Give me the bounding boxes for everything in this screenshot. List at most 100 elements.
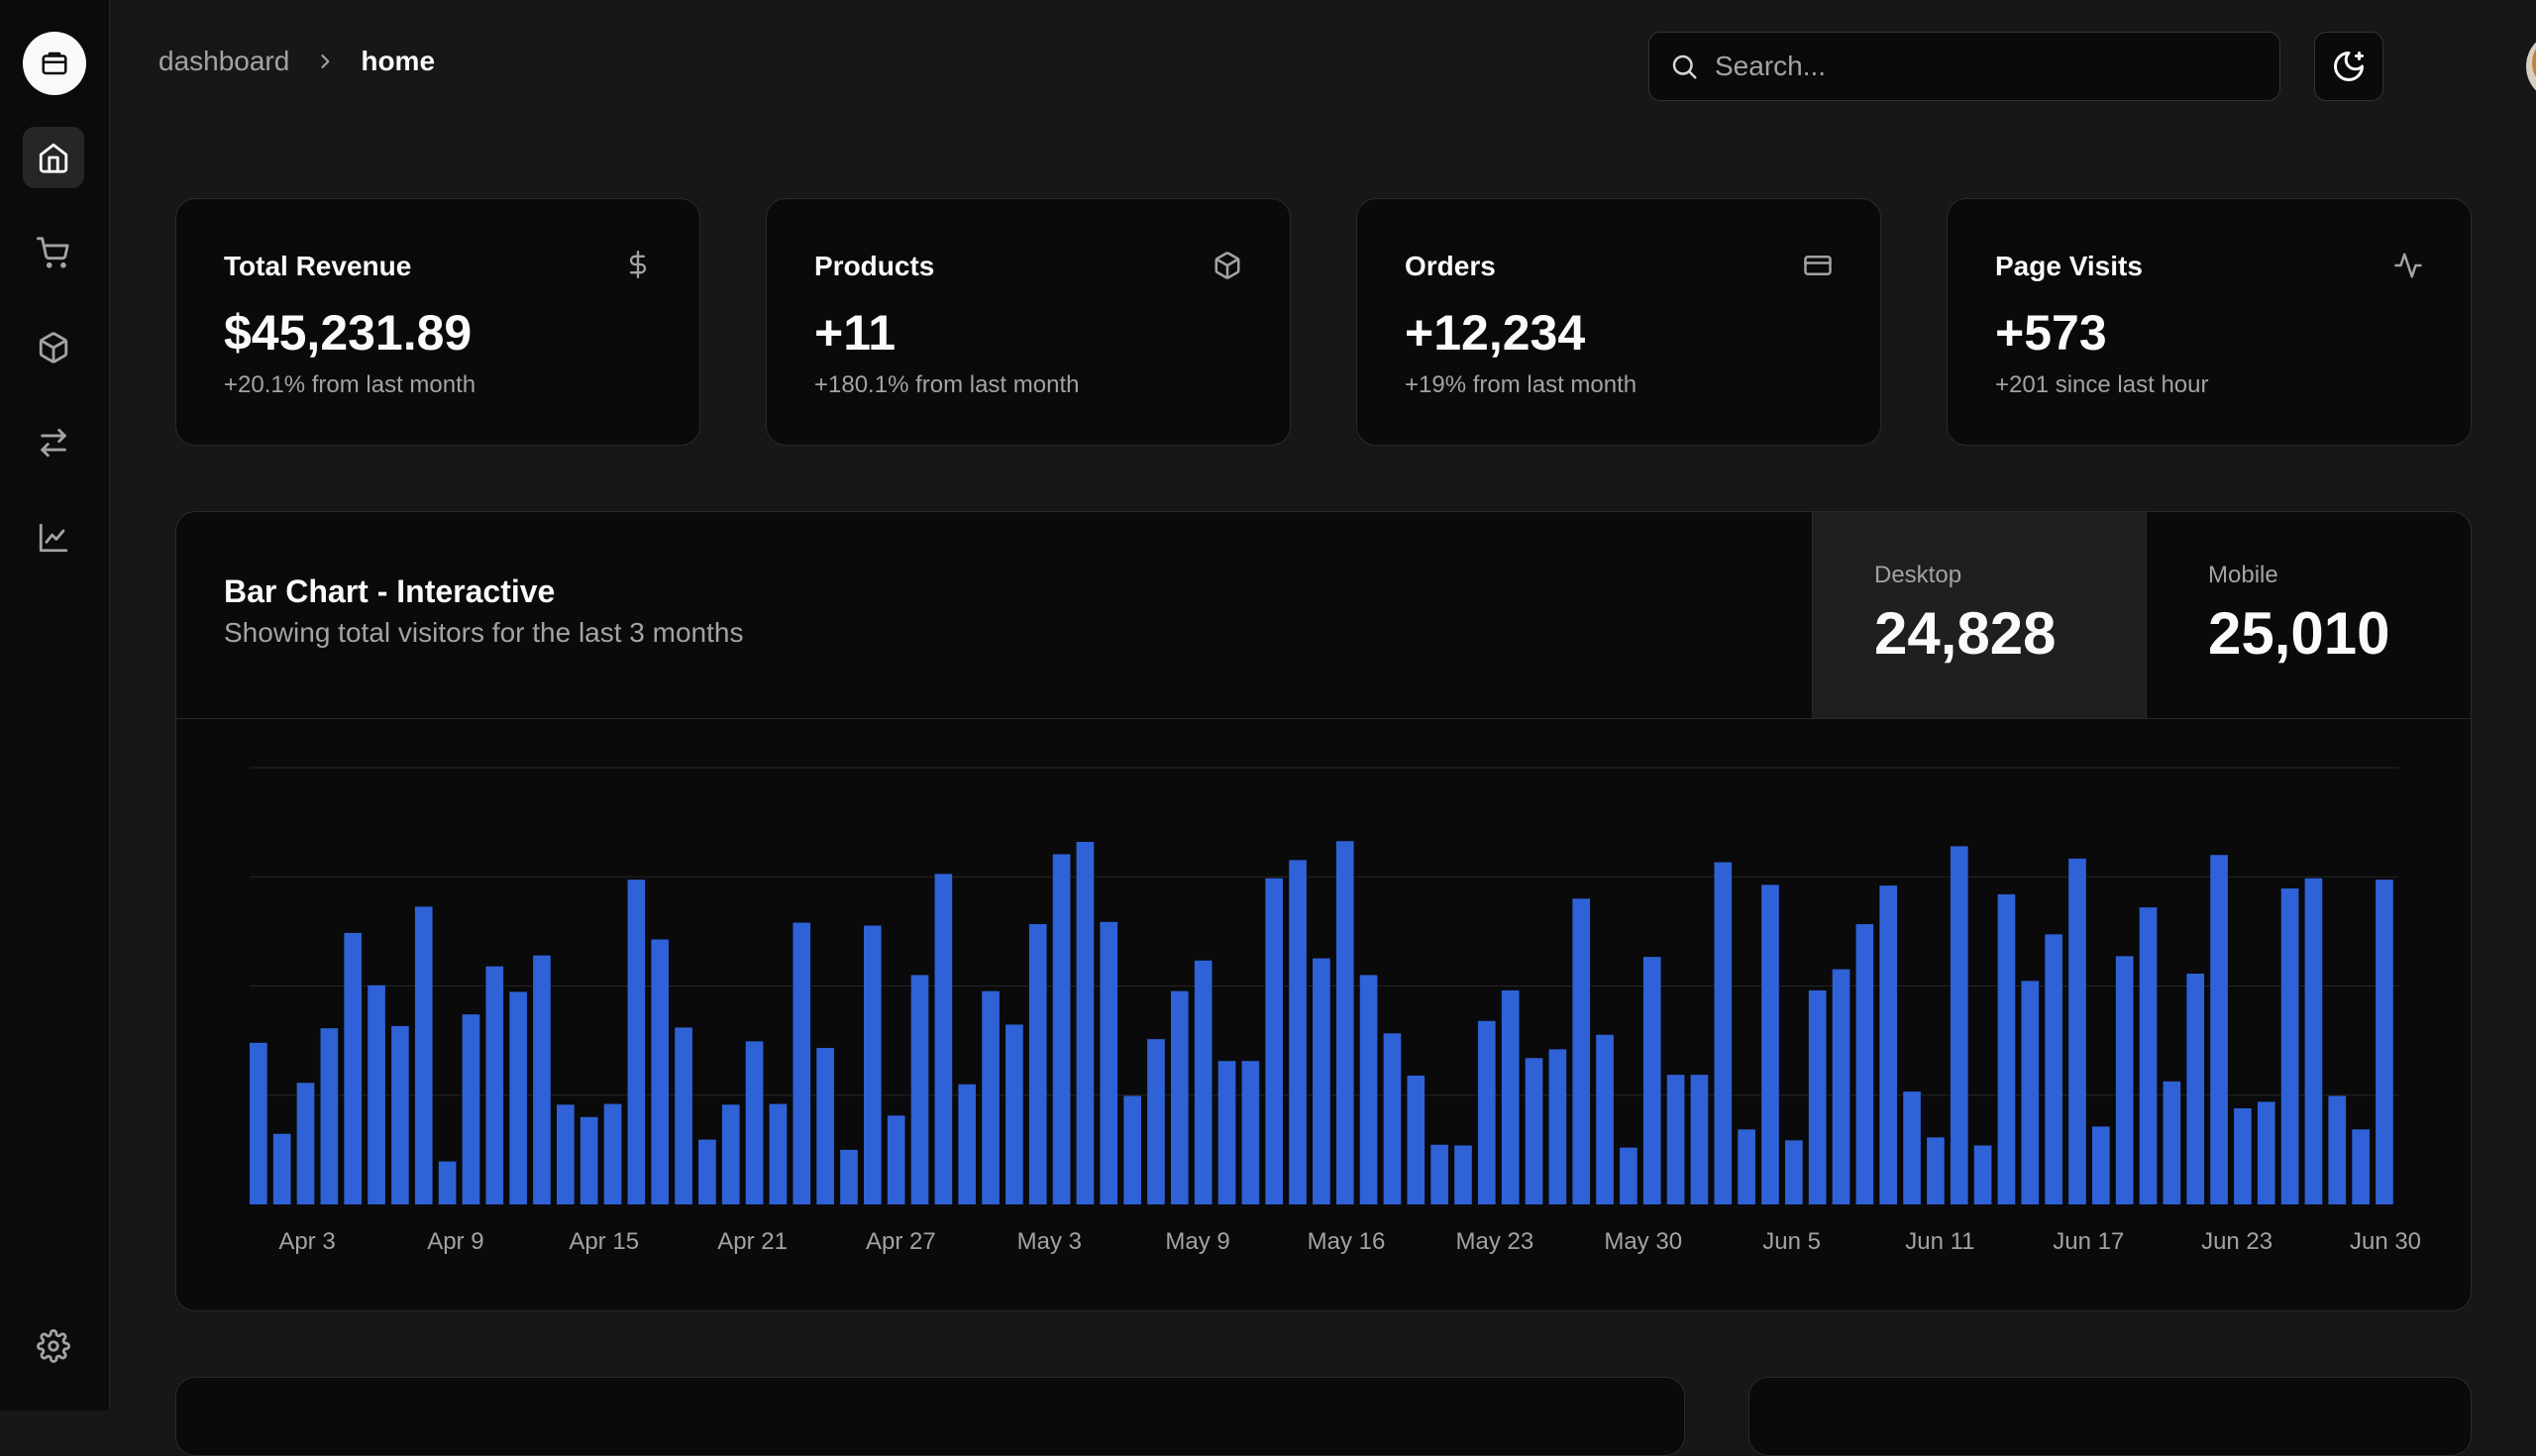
search-box[interactable] bbox=[1648, 32, 2280, 101]
chart-bar[interactable] bbox=[887, 1115, 905, 1204]
chart-bar[interactable] bbox=[1478, 1020, 1496, 1204]
chart-bar[interactable] bbox=[2186, 974, 2205, 1204]
chart-bar[interactable] bbox=[1714, 862, 1733, 1204]
sidebar-item-home[interactable] bbox=[23, 127, 84, 188]
chart-bar[interactable] bbox=[250, 1042, 267, 1204]
chart-bar[interactable] bbox=[1454, 1145, 1472, 1204]
chart-bar[interactable] bbox=[769, 1103, 788, 1204]
breadcrumb-root[interactable]: dashboard bbox=[158, 46, 289, 77]
chart-bar[interactable] bbox=[1997, 893, 2016, 1204]
chart-bar[interactable] bbox=[438, 1161, 457, 1204]
chart-bar[interactable] bbox=[910, 975, 929, 1205]
chart-bar[interactable] bbox=[1100, 921, 1118, 1204]
chart-bar[interactable] bbox=[272, 1133, 291, 1204]
chart-bar[interactable] bbox=[1642, 957, 1661, 1204]
chart-bar[interactable] bbox=[2376, 880, 2393, 1204]
chart-bar[interactable] bbox=[1359, 975, 1378, 1205]
chart-bar[interactable] bbox=[1028, 924, 1047, 1204]
chart-bar[interactable] bbox=[2257, 1101, 2275, 1205]
chart-bar[interactable] bbox=[2092, 1126, 2110, 1204]
chart-bar[interactable] bbox=[1761, 884, 1779, 1204]
chart-bar[interactable] bbox=[840, 1149, 858, 1205]
chart-bar[interactable] bbox=[2115, 956, 2134, 1204]
chart-bar[interactable] bbox=[580, 1116, 598, 1204]
chart-bar[interactable] bbox=[864, 925, 882, 1205]
chart-bar[interactable] bbox=[2163, 1081, 2181, 1204]
chart-bar[interactable] bbox=[2352, 1129, 2370, 1204]
chart-bar[interactable] bbox=[1123, 1095, 1141, 1205]
sidebar-item-settings[interactable] bbox=[23, 1315, 84, 1377]
chart-bar[interactable] bbox=[1525, 1058, 1543, 1204]
chart-bar[interactable] bbox=[509, 991, 527, 1204]
chart-bar[interactable] bbox=[391, 1025, 409, 1204]
chart-bar[interactable] bbox=[1217, 1061, 1236, 1204]
chart-bar[interactable] bbox=[2068, 858, 2086, 1205]
chart-bar[interactable] bbox=[2021, 981, 2040, 1204]
search-input[interactable] bbox=[1713, 50, 2232, 83]
chart-bar[interactable] bbox=[627, 880, 646, 1204]
chart-bar[interactable] bbox=[344, 932, 363, 1204]
chart-bar[interactable] bbox=[2045, 934, 2062, 1204]
chart-bar[interactable] bbox=[1950, 846, 1968, 1204]
chart-bar[interactable] bbox=[1927, 1137, 1945, 1204]
chart-bar[interactable] bbox=[2210, 855, 2228, 1204]
chart-bar[interactable] bbox=[1666, 1075, 1685, 1204]
chart-bar[interactable] bbox=[2304, 878, 2323, 1204]
chart-bar[interactable] bbox=[1832, 969, 1850, 1204]
chart-bar[interactable] bbox=[982, 990, 1000, 1204]
chart-bar[interactable] bbox=[1785, 1140, 1803, 1204]
tab-mobile[interactable]: Mobile 25,010 bbox=[2146, 512, 2471, 718]
chart-bar[interactable] bbox=[557, 1104, 575, 1204]
chart-bar[interactable] bbox=[1596, 1034, 1614, 1204]
chart-bar[interactable] bbox=[1572, 898, 1591, 1204]
chart-bar[interactable] bbox=[320, 1028, 339, 1204]
theme-toggle-button[interactable] bbox=[2314, 32, 2383, 101]
chart-bar[interactable] bbox=[816, 1047, 834, 1205]
chart-bar[interactable] bbox=[1241, 1061, 1260, 1204]
chart-bar[interactable] bbox=[1289, 860, 1307, 1204]
chart-bar[interactable] bbox=[792, 922, 811, 1204]
chart-bar[interactable] bbox=[1005, 1024, 1023, 1204]
chart-bar[interactable] bbox=[1171, 990, 1189, 1204]
avatar[interactable] bbox=[2526, 32, 2536, 101]
chart-bar[interactable] bbox=[1903, 1092, 1921, 1204]
logo-button[interactable] bbox=[23, 32, 86, 95]
chart-bar[interactable] bbox=[745, 1041, 764, 1204]
chart-bar[interactable] bbox=[1265, 878, 1284, 1204]
sidebar-item-transactions[interactable] bbox=[23, 412, 84, 473]
chart-bar[interactable] bbox=[462, 1014, 480, 1204]
chart-bar[interactable] bbox=[1052, 854, 1071, 1204]
chart-bar[interactable] bbox=[485, 966, 504, 1204]
chart-bar[interactable] bbox=[958, 1084, 977, 1204]
chart-bar[interactable] bbox=[2280, 888, 2299, 1204]
chart-bar[interactable] bbox=[2234, 1107, 2252, 1204]
chart-bar[interactable] bbox=[1879, 885, 1898, 1204]
chart-bar[interactable] bbox=[1690, 1075, 1709, 1204]
chart-bar[interactable] bbox=[1430, 1144, 1448, 1204]
sidebar-item-products[interactable] bbox=[23, 317, 84, 378]
chart-bar[interactable] bbox=[1313, 958, 1330, 1204]
chart-bar[interactable] bbox=[1738, 1129, 1755, 1204]
chart-bar[interactable] bbox=[1808, 989, 1827, 1204]
chart-bar[interactable] bbox=[651, 939, 670, 1204]
sidebar-item-analytics[interactable] bbox=[23, 507, 84, 569]
chart-bar[interactable] bbox=[414, 906, 433, 1204]
chart-bar[interactable] bbox=[2139, 907, 2158, 1204]
chart-bar[interactable] bbox=[1548, 1049, 1567, 1204]
chart-bar[interactable] bbox=[1407, 1075, 1426, 1204]
chart-bar[interactable] bbox=[1335, 841, 1354, 1204]
chart-bar[interactable] bbox=[1620, 1147, 1638, 1204]
chart-bar[interactable] bbox=[296, 1083, 315, 1204]
chart-bar[interactable] bbox=[603, 1103, 622, 1204]
chart-bar[interactable] bbox=[675, 1027, 692, 1204]
tab-desktop[interactable]: Desktop 24,828 bbox=[1812, 512, 2146, 718]
chart-bar[interactable] bbox=[368, 985, 385, 1204]
chart-bar[interactable] bbox=[533, 955, 551, 1204]
chart-bar[interactable] bbox=[1147, 1039, 1165, 1204]
chart-bar[interactable] bbox=[1501, 989, 1520, 1204]
chart-bar[interactable] bbox=[698, 1139, 716, 1204]
chart-bar[interactable] bbox=[1194, 960, 1213, 1204]
chart-bar[interactable] bbox=[2328, 1095, 2347, 1205]
chart-bar[interactable] bbox=[1973, 1145, 1992, 1204]
chart-bar[interactable] bbox=[1383, 1033, 1402, 1204]
